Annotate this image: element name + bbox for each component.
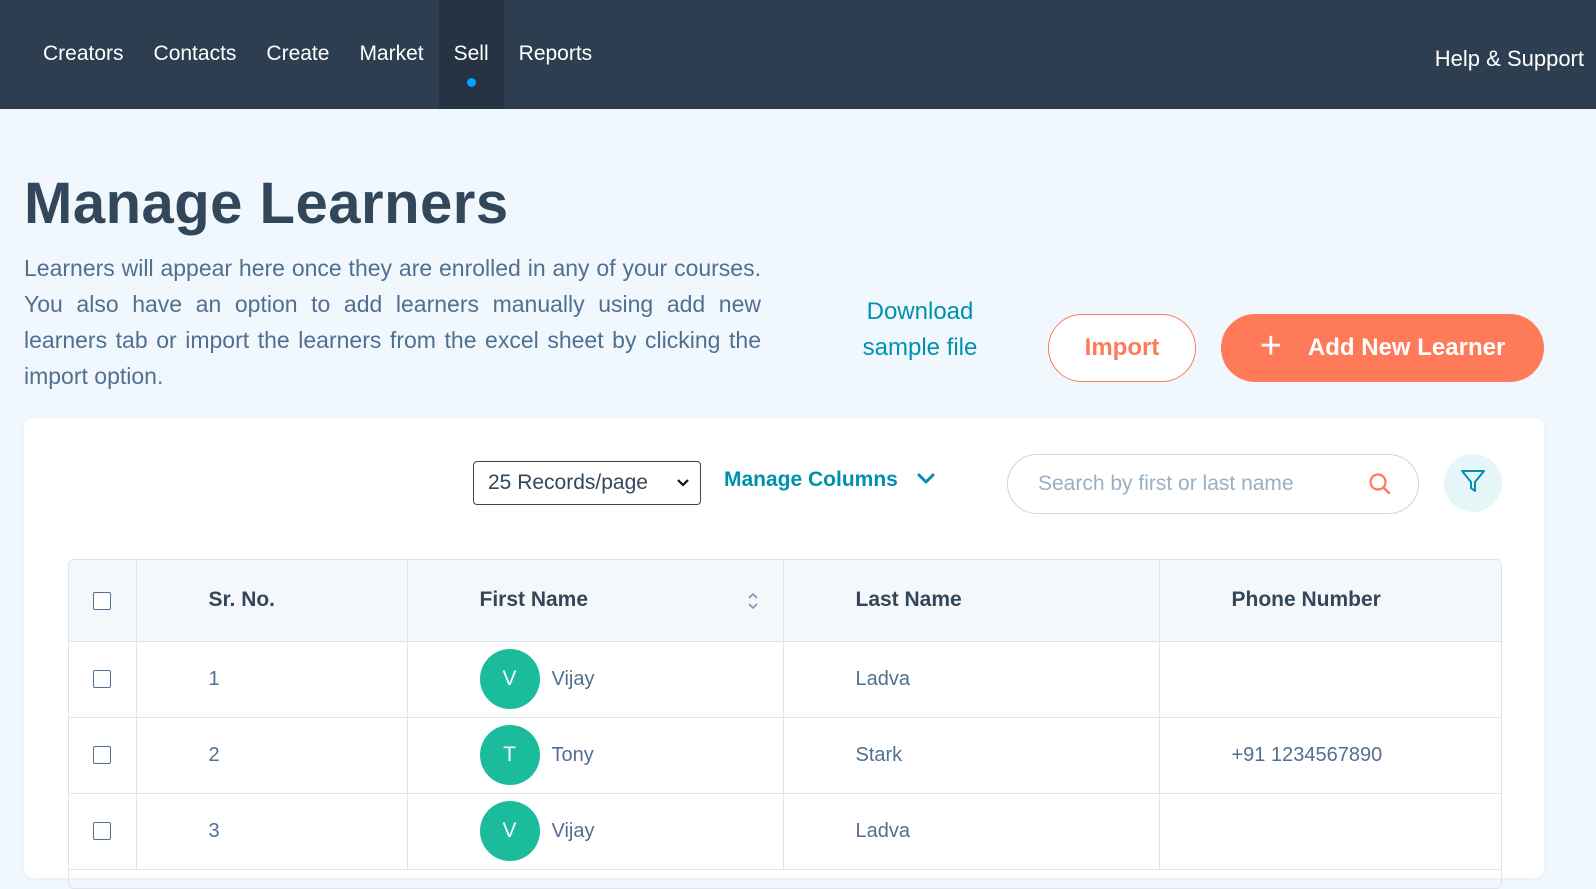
avatar: V	[479, 801, 540, 861]
first-name-text: Vijay	[551, 667, 595, 690]
first-name-cell: V Vijay	[407, 641, 784, 718]
last-name-cell: Ladva	[783, 641, 1160, 718]
table-row[interactable]: 1 V Vijay Ladva	[69, 641, 1501, 718]
header-select-cell	[69, 560, 137, 642]
first-name-cell: V Vijay	[407, 793, 784, 870]
column-header-first-name[interactable]: First Name	[407, 560, 784, 642]
first-name-text: Tony	[551, 743, 594, 766]
last-name-cell: Stark	[783, 717, 1160, 794]
nav-item-sell[interactable]: Sell	[438, 0, 504, 109]
learners-card: 25 Records/page Manage Columns Sr. No.	[24, 418, 1544, 889]
column-header-sr-no: Sr. No.	[136, 560, 408, 642]
nav-item-label: Market	[359, 42, 424, 65]
column-header-label: First Name	[479, 588, 589, 612]
add-new-learner-label: Add New Learner	[1307, 334, 1506, 361]
manage-columns-dropdown[interactable]: Manage Columns	[724, 468, 936, 492]
filter-icon	[1459, 467, 1487, 500]
filter-button[interactable]	[1444, 454, 1502, 512]
row-select-cell	[69, 793, 137, 870]
nav-item-contacts[interactable]: Contacts	[139, 0, 252, 109]
search-icon[interactable]	[1368, 472, 1392, 501]
sr-no-cell: 3	[136, 793, 408, 870]
nav-item-label: Creators	[43, 42, 124, 65]
manage-columns-label: Manage Columns	[724, 468, 898, 491]
top-navigation: Creators Contacts Create Market Sell Rep…	[0, 0, 1596, 109]
row-select-cell	[69, 717, 137, 794]
import-button[interactable]: Import	[1048, 314, 1196, 382]
row-select-cell	[69, 641, 137, 718]
column-header-last-name: Last Name	[783, 560, 1160, 642]
nav-item-creators[interactable]: Creators	[28, 0, 139, 109]
avatar: V	[479, 649, 540, 709]
records-per-page-select[interactable]: 25 Records/page	[473, 461, 701, 505]
nav-menu: Creators Contacts Create Market Sell Rep…	[28, 0, 607, 109]
plus-icon: +	[1259, 325, 1282, 367]
table-row[interactable]: 2 T Tony Stark +91 1234567890	[69, 717, 1501, 794]
page-description: Learners will appear here once they are …	[24, 255, 761, 389]
row-checkbox[interactable]	[93, 670, 112, 689]
nav-item-label: Create	[266, 42, 330, 65]
sort-icon[interactable]	[747, 591, 759, 617]
column-header-phone-number: Phone Number	[1159, 560, 1501, 642]
phone-number-cell	[1159, 641, 1501, 718]
sr-no-cell: 1	[136, 641, 408, 718]
records-per-page-value: 25 Records/page	[488, 471, 648, 494]
first-name-text: Vijay	[551, 819, 595, 842]
phone-number-cell: +91 1234567890	[1159, 717, 1501, 794]
download-link-line2: sample file	[862, 334, 978, 361]
help-support-link[interactable]: Help & Support	[1435, 46, 1584, 72]
last-name-cell: Ladva	[783, 793, 1160, 870]
table-row[interactable]: 3 V Vijay Ladva	[69, 793, 1501, 870]
active-indicator-dot	[467, 78, 477, 87]
chevron-down-icon	[676, 471, 690, 500]
row-checkbox[interactable]	[93, 746, 112, 765]
nav-item-create[interactable]: Create	[251, 0, 344, 109]
search-box	[1007, 454, 1419, 514]
sr-no-cell: 2	[136, 717, 408, 794]
table-header-row: Sr. No. First Name Last Name Phone Numbe…	[69, 560, 1501, 642]
page-title: Manage Learners	[24, 171, 509, 236]
nav-item-label: Sell	[453, 42, 489, 65]
avatar: T	[479, 725, 540, 785]
download-sample-file-link[interactable]: Download sample file	[850, 294, 990, 366]
download-link-line1: Download	[866, 298, 974, 325]
chevron-down-icon	[916, 468, 936, 492]
nav-item-label: Reports	[518, 42, 593, 65]
phone-number-cell	[1159, 793, 1501, 870]
select-all-checkbox[interactable]	[93, 591, 112, 610]
nav-item-market[interactable]: Market	[344, 0, 438, 109]
row-checkbox[interactable]	[93, 822, 112, 841]
add-new-learner-button[interactable]: + Add New Learner	[1221, 314, 1544, 382]
learners-table: Sr. No. First Name Last Name Phone Numbe…	[68, 559, 1502, 889]
nav-item-label: Contacts	[153, 42, 237, 65]
search-input[interactable]	[1038, 472, 1358, 496]
nav-item-reports[interactable]: Reports	[504, 0, 608, 109]
import-button-label: Import	[1084, 334, 1160, 361]
first-name-cell: T Tony	[407, 717, 784, 794]
